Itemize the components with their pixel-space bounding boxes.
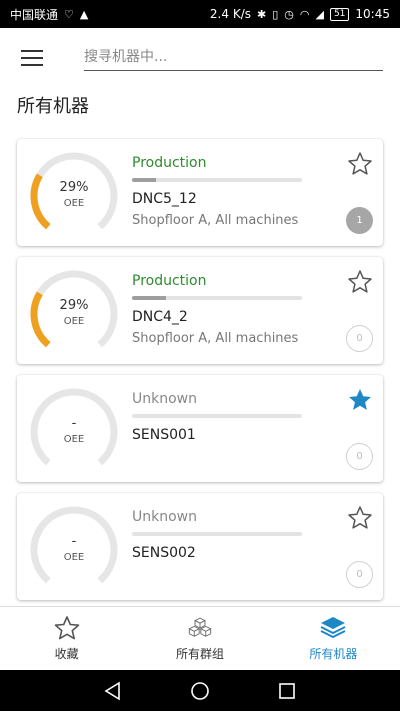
machine-card[interactable]: - OEE Unknown SENS002 0 bbox=[17, 493, 383, 600]
home-button[interactable] bbox=[185, 676, 215, 706]
machine-status: Production bbox=[132, 273, 207, 289]
machine-name: DNC5_12 bbox=[132, 191, 197, 207]
app-bar bbox=[0, 28, 400, 88]
oee-label: OEE bbox=[63, 552, 85, 563]
status-bar: 中国联通 ♡ ▲ 2.4 K/s ✱ ▯ ◷ ◠ ◢ 51 10:45 bbox=[0, 0, 400, 28]
status-progress-bar bbox=[132, 414, 302, 418]
oee-value: - bbox=[71, 534, 77, 549]
star-outline-icon[interactable] bbox=[347, 269, 373, 295]
machine-name: DNC4_2 bbox=[132, 309, 188, 325]
oee-label: OEE bbox=[63, 198, 85, 209]
machine-status: Unknown bbox=[132, 509, 197, 525]
recents-button[interactable] bbox=[272, 676, 302, 706]
search-input[interactable] bbox=[84, 45, 383, 71]
machine-location: Shopfloor A, All machines bbox=[132, 213, 299, 228]
layers-icon bbox=[320, 617, 346, 639]
oee-gauge: 29% OEE bbox=[25, 267, 123, 357]
machine-card[interactable]: 29% OEE Production DNC5_12 Shopfloor A, All … bbox=[17, 139, 383, 246]
oee-gauge: - OEE bbox=[25, 385, 123, 475]
oee-label: OEE bbox=[63, 316, 85, 327]
star-outline-icon[interactable] bbox=[347, 151, 373, 177]
carrier-label: 中国联通 bbox=[10, 7, 59, 22]
alert-count-badge: 0 bbox=[346, 443, 373, 470]
oee-value: - bbox=[71, 416, 77, 431]
nav-all-machines[interactable]: 所有机器 bbox=[267, 607, 400, 670]
status-progress-fill bbox=[132, 178, 156, 182]
wifi-icon: ◠ bbox=[299, 7, 310, 21]
notification-bell-icon: ▲ bbox=[79, 7, 89, 21]
clock: 10:45 bbox=[355, 7, 390, 21]
hamburger-icon bbox=[21, 50, 43, 66]
system-navigation-bar bbox=[0, 670, 400, 711]
oee-value: 29% bbox=[59, 298, 89, 313]
health-icon: ♡ bbox=[64, 7, 74, 21]
machine-card[interactable]: - OEE Unknown SENS001 0 bbox=[17, 375, 383, 482]
back-button[interactable] bbox=[98, 676, 128, 706]
status-progress-fill bbox=[132, 296, 166, 300]
oee-gauge: 29% OEE bbox=[25, 149, 123, 239]
recents-square-icon bbox=[278, 682, 295, 699]
machine-card[interactable]: 29% OEE Production DNC4_2 Shopfloor A, All m… bbox=[17, 257, 383, 364]
page-title: 所有机器 bbox=[17, 96, 89, 117]
vibrate-icon: ▯ bbox=[272, 7, 279, 21]
network-speed: 2.4 K/s bbox=[209, 7, 251, 21]
battery-icon: 51 bbox=[329, 7, 350, 21]
signal-icon: ◢ bbox=[315, 7, 324, 21]
alert-count-badge: 1 bbox=[346, 207, 373, 234]
nav-favorites[interactable]: 收藏 bbox=[0, 607, 133, 670]
machine-name: SENS001 bbox=[132, 427, 196, 443]
machine-name: SENS002 bbox=[132, 545, 196, 561]
nav-favorites-label: 收藏 bbox=[54, 647, 79, 661]
machine-status: Production bbox=[132, 155, 207, 171]
cubes-icon bbox=[188, 617, 212, 637]
alarm-icon: ◷ bbox=[284, 7, 294, 21]
machine-location: Shopfloor A, All machines bbox=[132, 331, 299, 346]
bottom-navigation: 收藏 所有群组 所有机器 bbox=[0, 606, 400, 670]
status-progress-bar bbox=[132, 532, 302, 536]
star-outline-icon bbox=[54, 616, 79, 640]
oee-gauge: - OEE bbox=[25, 503, 123, 593]
status-progress-bar bbox=[132, 296, 302, 300]
alert-count-badge: 0 bbox=[346, 325, 373, 352]
machine-status: Unknown bbox=[132, 391, 197, 407]
home-circle-icon bbox=[191, 681, 209, 700]
star-filled-icon[interactable] bbox=[347, 387, 373, 413]
back-triangle-icon bbox=[104, 681, 121, 700]
nav-groups-label: 所有群组 bbox=[175, 647, 224, 661]
nav-groups[interactable]: 所有群组 bbox=[133, 607, 266, 670]
oee-label: OEE bbox=[63, 434, 85, 445]
nav-all-machines-label: 所有机器 bbox=[309, 647, 358, 661]
status-progress-bar bbox=[132, 178, 302, 182]
star-outline-icon[interactable] bbox=[347, 505, 373, 531]
menu-button[interactable] bbox=[0, 28, 64, 88]
bluetooth-icon: ✱ bbox=[256, 7, 267, 21]
oee-value: 29% bbox=[59, 180, 89, 195]
alert-count-badge: 0 bbox=[346, 561, 373, 588]
